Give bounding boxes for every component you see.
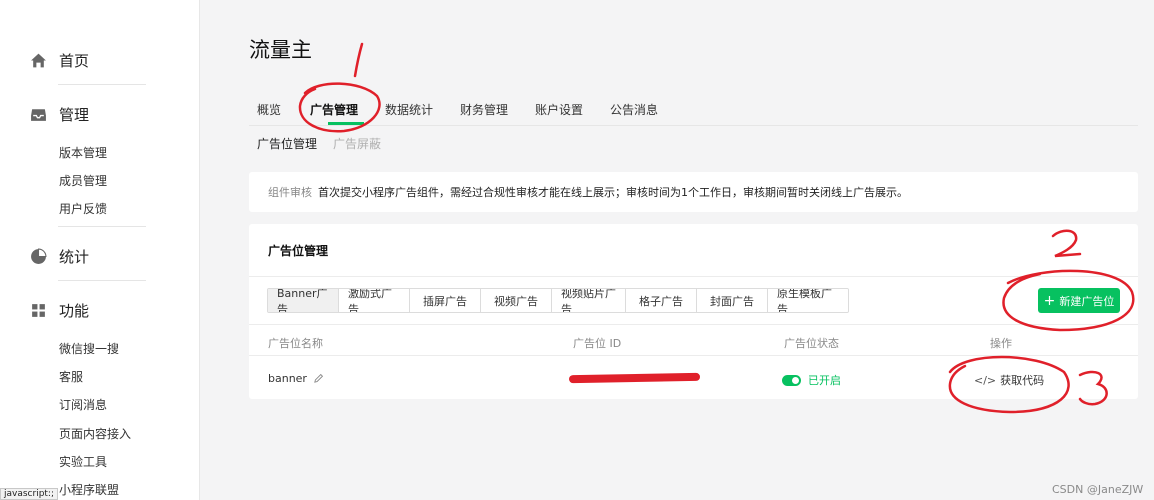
divider	[249, 324, 1138, 325]
new-ad-slot-label: 新建广告位	[1059, 294, 1115, 308]
pie-chart-icon	[31, 248, 47, 264]
edit-icon[interactable]	[313, 373, 324, 384]
status-toggle[interactable]	[782, 374, 801, 386]
nav-miniprogram-union[interactable]: 小程序联盟	[59, 481, 119, 498]
ad-type-banner[interactable]: Banner广告	[268, 289, 339, 312]
tab-ad-management[interactable]: 广告管理	[310, 101, 358, 118]
nav-version[interactable]: 版本管理	[59, 144, 107, 161]
home-icon	[31, 53, 46, 68]
nav-stats-label: 统计	[59, 248, 90, 266]
tab-finance[interactable]: 财务管理	[460, 101, 508, 118]
divider	[58, 84, 146, 85]
get-code-link[interactable]: </> 获取代码	[974, 372, 1044, 388]
ad-type-segmented-control: Banner广告 激励式广告 插屏广告 视频广告 视频贴片广告 格子广告 封面广…	[267, 288, 849, 313]
active-tab-indicator	[328, 122, 364, 125]
review-notice: 组件审核 首次提交小程序广告组件，需经过合规性审核才能在线上展示；审核时间为1个…	[249, 172, 1138, 212]
col-header-status: 广告位状态	[784, 337, 839, 350]
grid-icon	[32, 304, 45, 317]
nav-members[interactable]: 成员管理	[59, 172, 107, 189]
nav-home-label: 首页	[59, 52, 90, 70]
row-name-cell: banner	[268, 372, 324, 385]
nav-features-label: 功能	[59, 302, 90, 320]
tab-announcements[interactable]: 公告消息	[610, 101, 658, 118]
nav-features[interactable]: 功能	[30, 300, 89, 321]
nav-wechat-search[interactable]: 微信搜一搜	[59, 340, 119, 357]
tab-data-stats[interactable]: 数据统计	[385, 101, 433, 118]
subtab-ad-slot-management[interactable]: 广告位管理	[257, 135, 317, 152]
notice-text: 首次提交小程序广告组件，需经过合规性审核才能在线上展示；审核时间为1个工作日，审…	[318, 186, 908, 199]
nav-experiment-tools[interactable]: 实验工具	[59, 453, 107, 470]
tab-bar: 概览 广告管理 数据统计 财务管理 账户设置 公告消息	[249, 98, 1138, 126]
col-header-name: 广告位名称	[268, 337, 323, 350]
nav-customer-service[interactable]: 客服	[59, 368, 83, 385]
ad-type-grid[interactable]: 格子广告	[626, 289, 697, 312]
ad-type-video-patch[interactable]: 视频贴片广告	[552, 289, 626, 312]
sidebar: 首页 管理 版本管理 成员管理 用户反馈 统计 功能 微信搜一搜 客服 订阅消息…	[0, 0, 200, 500]
divider	[58, 280, 146, 281]
divider	[249, 276, 1138, 277]
panel-title: 广告位管理	[268, 244, 329, 258]
nav-page-content[interactable]: 页面内容接入	[59, 425, 131, 442]
ad-type-interstitial[interactable]: 插屏广告	[410, 289, 481, 312]
tab-overview[interactable]: 概览	[257, 101, 281, 118]
col-header-id: 广告位 ID	[573, 337, 622, 350]
plus-icon: +	[1043, 292, 1056, 309]
tab-account-settings[interactable]: 账户设置	[535, 101, 583, 118]
inbox-icon	[31, 109, 46, 121]
redacted-ad-slot-id	[568, 372, 701, 384]
status-bar-url: javascript:;	[0, 488, 59, 500]
ad-type-cover[interactable]: 封面广告	[697, 289, 768, 312]
nav-manage[interactable]: 管理	[30, 104, 89, 125]
divider	[249, 355, 1138, 356]
nav-feedback[interactable]: 用户反馈	[59, 200, 107, 217]
new-ad-slot-button[interactable]: + 新建广告位	[1038, 288, 1120, 313]
status-text: 已开启	[808, 374, 841, 387]
divider	[58, 226, 146, 227]
code-icon: </>	[974, 373, 997, 387]
subtab-ad-blocking[interactable]: 广告屏蔽	[333, 135, 381, 152]
nav-subscribe-msg[interactable]: 订阅消息	[59, 396, 107, 413]
nav-home[interactable]: 首页	[30, 50, 89, 71]
notice-label: 组件审核	[268, 186, 312, 199]
watermark: CSDN @JaneZJW	[1052, 483, 1144, 496]
nav-stats[interactable]: 统计	[30, 246, 89, 267]
col-header-action: 操作	[990, 337, 1012, 350]
ad-slot-panel: 广告位管理 Banner广告 激励式广告 插屏广告 视频广告 视频贴片广告 格子…	[249, 224, 1138, 399]
nav-manage-label: 管理	[59, 106, 90, 124]
ad-type-video[interactable]: 视频广告	[481, 289, 552, 312]
ad-slot-name: banner	[268, 372, 307, 385]
main-content: 流量主 概览 广告管理 数据统计 财务管理 账户设置 公告消息 广告位管理 广告…	[200, 0, 1154, 500]
row-status-cell: 已开启	[782, 372, 841, 388]
ad-type-rewarded[interactable]: 激励式广告	[339, 289, 410, 312]
page-title: 流量主	[249, 38, 312, 62]
get-code-label: 获取代码	[1000, 374, 1045, 387]
ad-type-native-template[interactable]: 原生模板广告	[768, 289, 848, 312]
